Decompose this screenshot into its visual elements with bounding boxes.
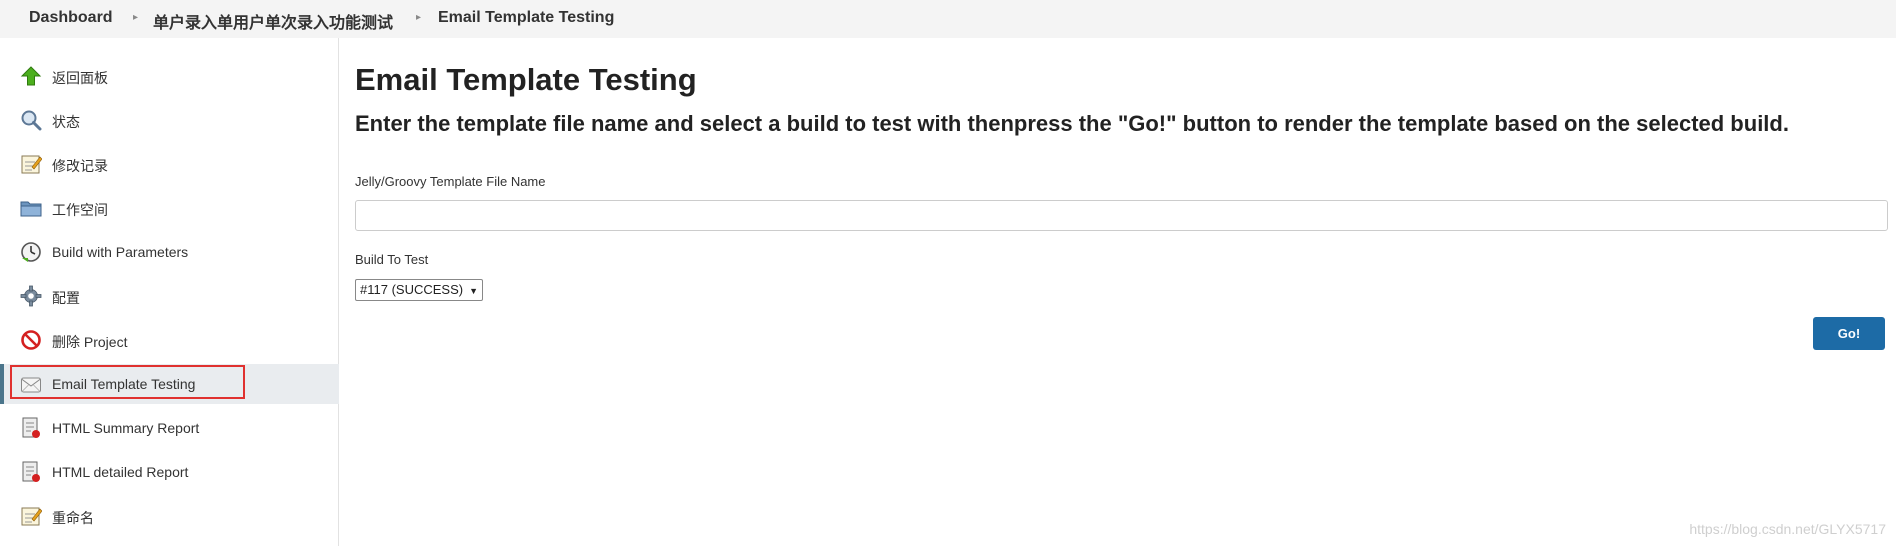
clock-icon: [21, 242, 41, 262]
chevron-down-icon: ▼: [469, 286, 478, 296]
breadcrumb-project[interactable]: 单户录入单用户单次录入功能测试: [153, 9, 393, 33]
sidebar-item-label: 删除 Project: [52, 334, 128, 350]
chevron-right-icon: ▸: [416, 12, 422, 23]
no-entry-icon: [21, 330, 41, 350]
notepad-icon: [21, 507, 42, 526]
sidebar-item-html-summary-report[interactable]: HTML Summary Report: [0, 408, 339, 448]
template-file-label: Jelly/Groovy Template File Name: [355, 174, 546, 189]
highlight-box: [10, 365, 245, 399]
report-icon: [22, 461, 40, 482]
sidebar-item-label: HTML Summary Report: [52, 420, 200, 436]
sidebar-item-label: Build with Parameters: [52, 244, 189, 260]
sidebar-item-label: 配置: [52, 290, 80, 306]
sidebar: 返回面板 状态 修改记录 工作空间 Build with Parameters …: [0, 38, 339, 546]
breadcrumb-current-page[interactable]: Email Template Testing: [438, 9, 614, 27]
breadcrumb-dashboard[interactable]: Dashboard: [29, 9, 113, 27]
breadcrumb: Dashboard ▸ 单户录入单用户单次录入功能测试 ▸ Email Temp…: [0, 0, 1896, 38]
sidebar-item-workspace[interactable]: 工作空间: [0, 188, 339, 228]
go-button[interactable]: Go!: [1813, 317, 1885, 350]
report-icon: [22, 417, 40, 438]
template-file-input[interactable]: [355, 200, 1888, 231]
sidebar-item-html-detailed-report[interactable]: HTML detailed Report: [0, 452, 339, 492]
sidebar-item-label: 返回面板: [52, 70, 108, 86]
sidebar-item-back-to-dashboard[interactable]: 返回面板: [0, 56, 339, 96]
sidebar-item-label: HTML detailed Report: [52, 464, 189, 480]
watermark: https://blog.csdn.net/GLYX5717: [1689, 521, 1886, 537]
sidebar-item-configure[interactable]: 配置: [0, 276, 339, 316]
sidebar-item-changes[interactable]: 修改记录: [0, 144, 339, 184]
sidebar-item-label: 重命名: [52, 510, 94, 526]
sidebar-item-status[interactable]: 状态: [0, 100, 339, 140]
sidebar-item-label: 工作空间: [52, 202, 108, 218]
notepad-icon: [21, 155, 42, 174]
sidebar-item-label: 修改记录: [52, 158, 108, 174]
search-icon: [21, 110, 42, 131]
sidebar-item-label: 状态: [52, 114, 80, 130]
folder-icon: [20, 201, 42, 217]
sidebar-item-delete-project[interactable]: 删除 Project: [0, 320, 339, 360]
page-description: Enter the template file name and select …: [355, 111, 1789, 136]
active-indicator: [0, 364, 4, 404]
chevron-right-icon: ▸: [133, 12, 139, 23]
build-to-test-label: Build To Test: [355, 252, 429, 267]
sidebar-item-rename[interactable]: 重命名: [0, 496, 339, 536]
sidebar-item-email-template-testing[interactable]: Email Template Testing: [0, 364, 339, 404]
page-title: Email Template Testing: [355, 62, 697, 97]
sidebar-item-build-with-parameters[interactable]: Build with Parameters: [0, 232, 339, 272]
build-select-value: #117 (SUCCESS): [360, 282, 464, 297]
gear-icon: [20, 285, 42, 307]
up-arrow-icon: [20, 66, 42, 86]
build-select[interactable]: #117 (SUCCESS) ▼: [355, 279, 483, 301]
